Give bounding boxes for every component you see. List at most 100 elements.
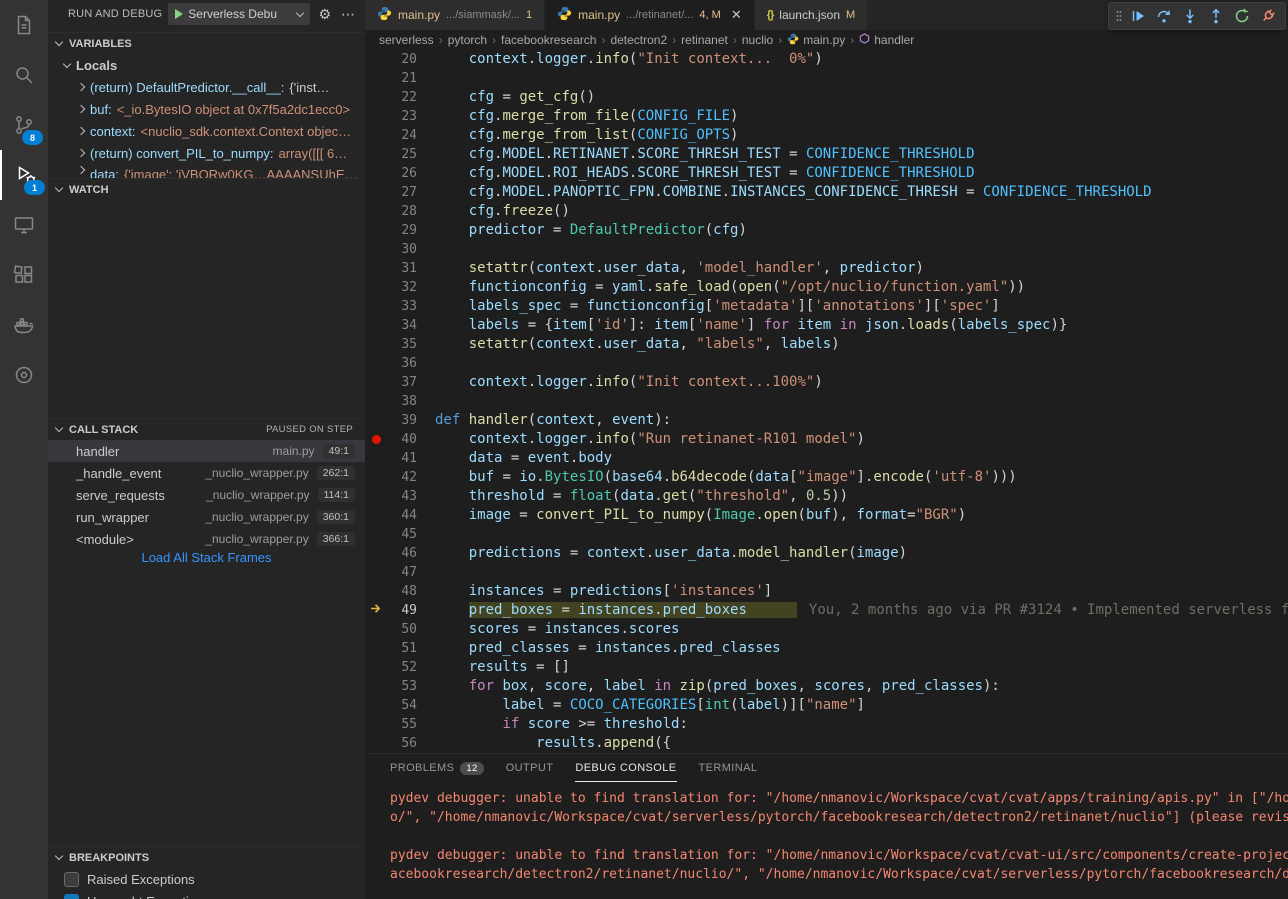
breakpoint-margin[interactable] (365, 411, 387, 430)
step-into-button[interactable] (1177, 4, 1203, 28)
line-number[interactable]: 28 (387, 202, 417, 221)
drag-handle-icon[interactable] (1115, 8, 1123, 24)
code-line[interactable]: 46 predictions = context.user_data.model… (365, 544, 1288, 563)
breakpoint-margin[interactable] (365, 145, 387, 164)
debug-config-dropdown[interactable]: Serverless Debu (168, 3, 310, 25)
breakpoint-row[interactable]: Raised Exceptions (48, 868, 365, 890)
breakpoint-margin[interactable] (365, 183, 387, 202)
breakpoint-margin[interactable] (365, 734, 387, 753)
breadcrumb-item[interactable]: facebookresearch (501, 33, 596, 47)
code-line[interactable]: 52 results = [] (365, 658, 1288, 677)
ring-icon[interactable] (0, 350, 48, 400)
line-number[interactable]: 25 (387, 145, 417, 164)
variables-section-header[interactable]: VARIABLES (48, 32, 365, 54)
stack-frame[interactable]: handlermain.py49:1 (48, 440, 365, 462)
code-line[interactable]: 36 (365, 354, 1288, 373)
debug-console-output[interactable]: pydev debugger: unable to find translati… (365, 782, 1288, 884)
breadcrumb-item[interactable]: serverless (379, 33, 434, 47)
code-line[interactable]: 21 (365, 69, 1288, 88)
code-editor[interactable]: 20 context.logger.info("Init context... … (365, 50, 1288, 753)
panel-tab-debug-console[interactable]: DEBUG CONSOLE (575, 755, 676, 782)
code-line[interactable]: 42 buf = io.BytesIO(base64.b64decode(dat… (365, 468, 1288, 487)
gear-icon[interactable]: ⚙ (316, 6, 333, 23)
code-line[interactable]: 50 scores = instances.scores (365, 620, 1288, 639)
breadcrumb-item[interactable]: main.py (787, 33, 845, 48)
line-number[interactable]: 30 (387, 240, 417, 259)
remote-explorer-icon[interactable] (0, 200, 48, 250)
line-number[interactable]: 47 (387, 563, 417, 582)
breadcrumb-item[interactable]: nuclio (742, 33, 773, 47)
variable-row[interactable]: context:<nuclio_sdk.context.Context obje… (48, 120, 365, 142)
breakpoint-row[interactable]: Uncaught Exceptions (48, 890, 365, 899)
breakpoint-margin[interactable] (365, 658, 387, 677)
code-line[interactable]: 38 (365, 392, 1288, 411)
line-number[interactable]: 54 (387, 696, 417, 715)
explorer-icon[interactable] (0, 0, 48, 50)
code-line[interactable]: 26 cfg.MODEL.ROI_HEADS.SCORE_THRESH_TEST… (365, 164, 1288, 183)
code-line[interactable]: 40 context.logger.info("Run retinanet-R1… (365, 430, 1288, 449)
step-out-button[interactable] (1203, 4, 1229, 28)
breakpoint-margin[interactable] (365, 487, 387, 506)
breakpoint-margin[interactable] (365, 582, 387, 601)
call-stack-section-header[interactable]: CALL STACK PAUSED ON STEP (48, 418, 365, 440)
code-line[interactable]: 47 (365, 563, 1288, 582)
line-number[interactable]: 27 (387, 183, 417, 202)
breakpoint-margin[interactable] (365, 297, 387, 316)
step-over-button[interactable] (1151, 4, 1177, 28)
code-line[interactable]: 22 cfg = get_cfg() (365, 88, 1288, 107)
breakpoint-margin[interactable] (365, 240, 387, 259)
stack-frame[interactable]: serve_requests_nuclio_wrapper.py114:1 (48, 484, 365, 506)
panel-tab-terminal[interactable]: TERMINAL (699, 755, 758, 781)
line-number[interactable]: 45 (387, 525, 417, 544)
line-number[interactable]: 42 (387, 468, 417, 487)
breakpoint-margin[interactable] (365, 88, 387, 107)
code-line[interactable]: 39def handler(context, event): (365, 411, 1288, 430)
editor-tab[interactable]: main.py.../siammask/...1 (365, 0, 545, 30)
line-number[interactable]: 37 (387, 373, 417, 392)
line-number[interactable]: 36 (387, 354, 417, 373)
code-line[interactable]: 41 data = event.body (365, 449, 1288, 468)
breakpoint-margin[interactable] (365, 126, 387, 145)
editor-tab[interactable]: {}launch.jsonM (755, 0, 868, 30)
line-number[interactable]: 43 (387, 487, 417, 506)
breakpoint-margin[interactable] (365, 525, 387, 544)
docker-icon[interactable] (0, 300, 48, 350)
code-line[interactable]: 23 cfg.merge_from_file(CONFIG_FILE) (365, 107, 1288, 126)
code-line[interactable]: 29 predictor = DefaultPredictor(cfg) (365, 221, 1288, 240)
breakpoint-margin[interactable] (365, 373, 387, 392)
stack-frame[interactable]: <module>_nuclio_wrapper.py366:1 (48, 528, 365, 550)
breakpoint-margin[interactable] (365, 449, 387, 468)
line-number[interactable]: 20 (387, 50, 417, 69)
checkbox[interactable] (64, 894, 79, 899)
breakpoint-margin[interactable] (365, 221, 387, 240)
line-number[interactable]: 23 (387, 107, 417, 126)
source-control-icon[interactable]: 8 (0, 100, 48, 150)
code-line[interactable]: 30 (365, 240, 1288, 259)
stack-frame[interactable]: _handle_event_nuclio_wrapper.py262:1 (48, 462, 365, 484)
panel-tab-problems[interactable]: PROBLEMS12 (390, 755, 484, 781)
line-number[interactable]: 53 (387, 677, 417, 696)
breakpoint-margin[interactable] (365, 468, 387, 487)
breakpoint-margin[interactable] (365, 677, 387, 696)
code-line[interactable]: 24 cfg.merge_from_list(CONFIG_OPTS) (365, 126, 1288, 145)
code-line[interactable]: 49 pred_boxes = instances.pred_boxesYou,… (365, 601, 1288, 620)
variable-row[interactable]: buf:<_io.BytesIO object at 0x7f5a2dc1ecc… (48, 98, 365, 120)
variable-row[interactable]: (return) convert_PIL_to_numpy:array([[[ … (48, 142, 365, 164)
line-number[interactable]: 39 (387, 411, 417, 430)
restart-button[interactable] (1229, 4, 1255, 28)
more-actions-icon[interactable]: ⋯ (339, 6, 357, 23)
checkbox[interactable] (64, 872, 79, 887)
breakpoint-margin[interactable] (365, 202, 387, 221)
line-number[interactable]: 51 (387, 639, 417, 658)
code-line[interactable]: 34 labels = {item['id']: item['name'] fo… (365, 316, 1288, 335)
breadcrumb-item[interactable]: detectron2 (610, 33, 667, 47)
code-line[interactable]: 20 context.logger.info("Init context... … (365, 50, 1288, 69)
line-number[interactable]: 56 (387, 734, 417, 753)
breadcrumb-item[interactable]: pytorch (448, 33, 487, 47)
code-line[interactable]: 45 (365, 525, 1288, 544)
editor-tab[interactable]: main.py.../retinanet/...4, M✕ (545, 0, 755, 30)
line-number[interactable]: 38 (387, 392, 417, 411)
breakpoint-margin[interactable] (365, 696, 387, 715)
breakpoint-margin[interactable] (365, 544, 387, 563)
code-line[interactable]: 32 functionconfig = yaml.safe_load(open(… (365, 278, 1288, 297)
